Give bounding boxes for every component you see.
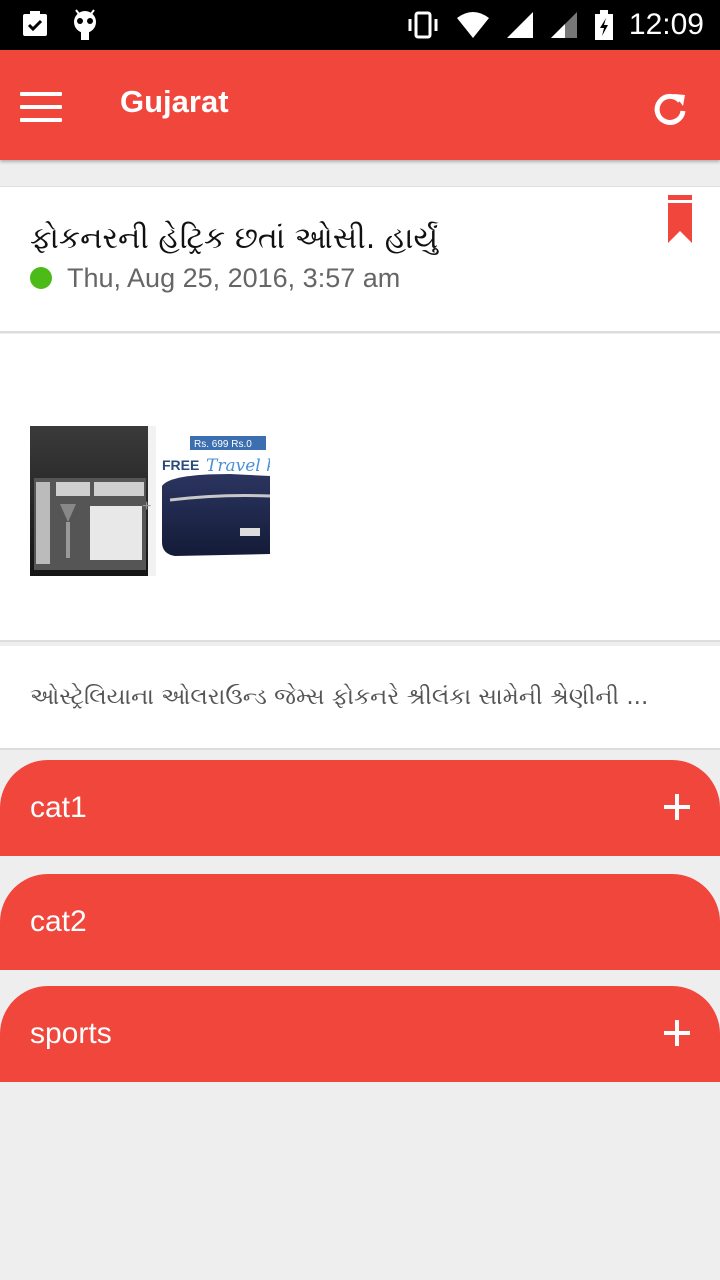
- article-summary: ઓસ્ટ્રેલિયાના ઓલરાઉન્ડ જેમ્સ ફોકનરે શ્રી…: [30, 684, 649, 710]
- ad-price-tag: Rs. 699 Rs.0: [194, 439, 252, 450]
- category-label: cat2: [30, 905, 87, 938]
- clipboard-check-icon: [23, 11, 47, 36]
- article-datetime: Thu, Aug 25, 2016, 3:57 am: [67, 263, 401, 293]
- menu-icon[interactable]: [20, 92, 62, 122]
- wifi-icon: [456, 12, 489, 38]
- article-header-card[interactable]: ફોકનરની હેટ્રિક છતાં ઓસી. હાર્યું Thu, A…: [0, 186, 720, 333]
- plus-icon[interactable]: [664, 1020, 690, 1046]
- article-headline[interactable]: ફોકનરની હેટ્રિક છતાં ઓસી. હાર્યું: [30, 219, 438, 259]
- article-summary-card[interactable]: ઓસ્ટ્રેલિયાના ઓલરાઉન્ડ જેમ્સ ફોકનરે શ્રી…: [0, 646, 720, 750]
- status-dot: [30, 267, 52, 289]
- category-label: cat1: [30, 791, 87, 824]
- ad-image[interactable]: + Rs. 699 Rs.0 FREE Travel k: [30, 426, 270, 576]
- signal-icon: [506, 12, 533, 38]
- svg-text:+: +: [142, 498, 151, 515]
- battery-charging-icon: [594, 10, 613, 40]
- category-tab-cat2[interactable]: cat2: [0, 874, 720, 970]
- app-bar: Gujarat: [0, 50, 720, 160]
- android-robot-icon: [74, 9, 96, 40]
- page-title: Gujarat: [120, 84, 229, 119]
- category-tab-sports[interactable]: sports: [0, 986, 720, 1082]
- category-tab-cat1[interactable]: cat1: [0, 760, 720, 856]
- refresh-icon[interactable]: [650, 88, 690, 128]
- status-time: 12:09: [628, 8, 704, 41]
- ad-free-text: FREE: [162, 457, 199, 473]
- status-bar: 12:09: [0, 0, 720, 50]
- plus-icon[interactable]: [664, 794, 690, 820]
- bookmark-icon[interactable]: [668, 195, 692, 243]
- vibrate-icon: [408, 11, 438, 39]
- article-image-card[interactable]: + Rs. 699 Rs.0 FREE Travel k: [0, 334, 720, 642]
- ad-script-text: Travel k: [206, 456, 270, 476]
- category-label: sports: [30, 1017, 112, 1050]
- signal-weak-icon: [550, 12, 577, 38]
